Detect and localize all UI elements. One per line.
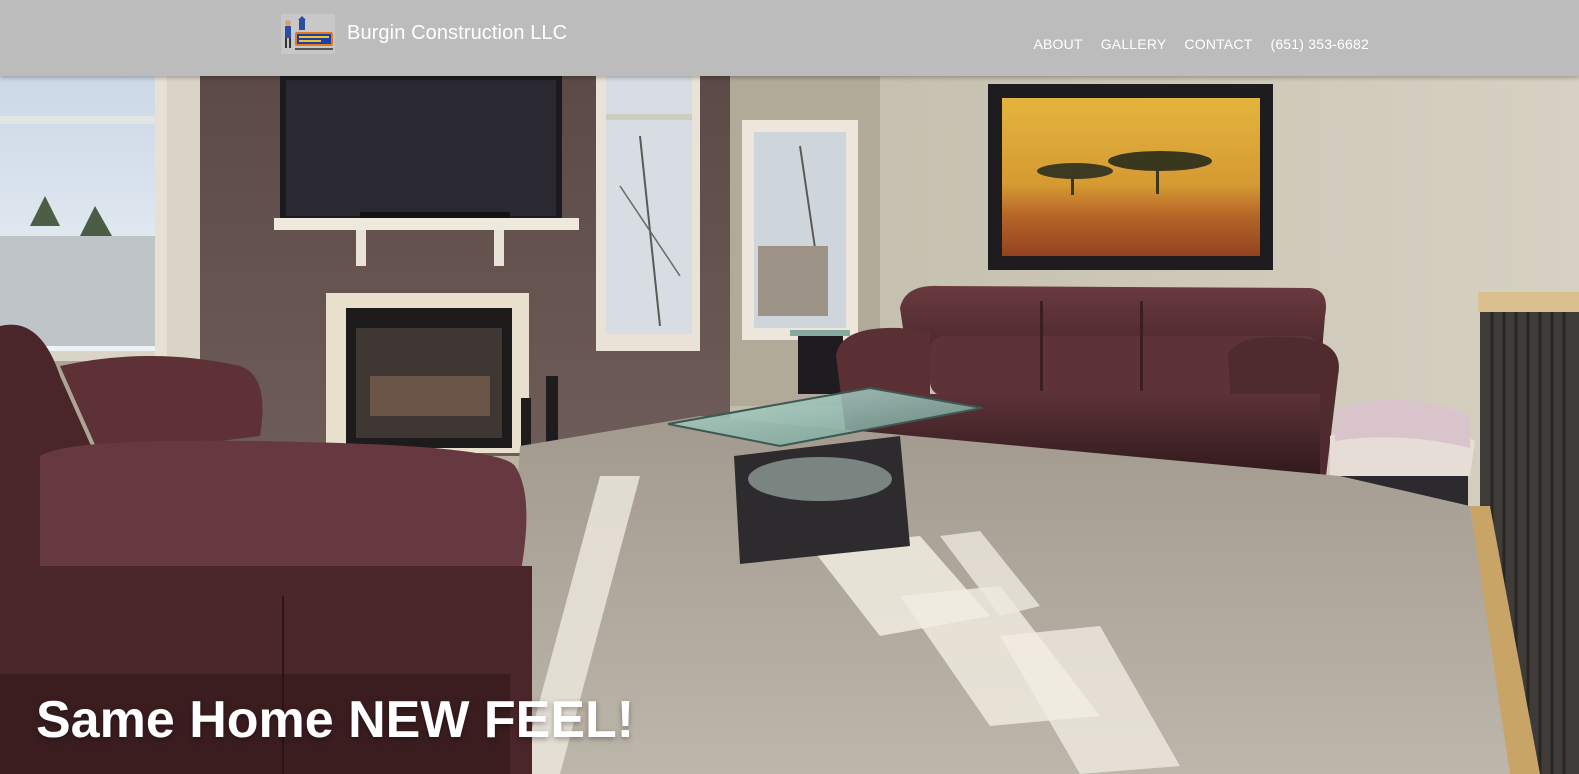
company-logo-icon [281,14,335,54]
nav-gallery-link[interactable]: GALLERY [1101,36,1167,52]
nav-about-link[interactable]: ABOUT [1033,36,1082,52]
hero-title: Same Home NEW FEEL! [36,691,635,749]
main-nav: ABOUT GALLERY CONTACT (651) 353-6682 [1033,36,1369,52]
nav-contact-link[interactable]: CONTACT [1184,36,1252,52]
page: Burgin Construction LLC ABOUT GALLERY CO… [0,0,1579,774]
site-header: Burgin Construction LLC ABOUT GALLERY CO… [0,0,1579,76]
brand-name: Burgin Construction LLC [347,21,568,44]
brand-link[interactable]: Burgin Construction LLC [281,14,567,54]
living-room-photo [0,76,1579,774]
nav-phone-link[interactable]: (651) 353-6682 [1270,36,1369,52]
hero-section: Same Home NEW FEEL! [0,76,1579,774]
